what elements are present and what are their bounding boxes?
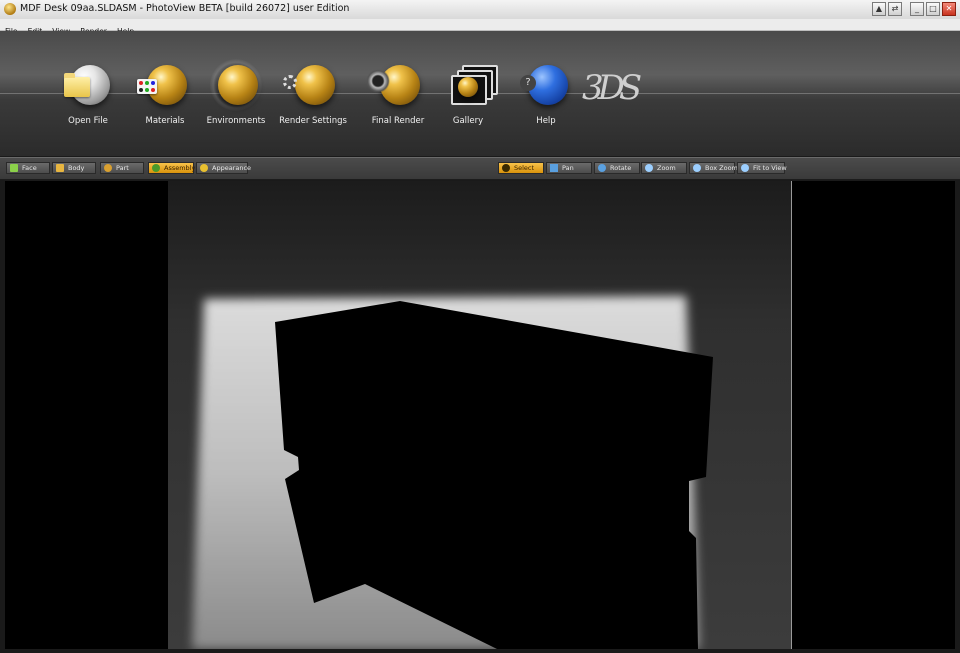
render-settings-button[interactable]: Render Settings [268,61,358,126]
help-button[interactable]: ? Help [501,61,591,126]
zoom-tool-icon [645,164,653,172]
gallery-button[interactable]: Gallery [423,61,513,126]
pan-tool-icon [550,164,558,172]
maximize-button[interactable]: □ [926,2,940,16]
filter-body-label: Body [68,164,85,172]
filter-face-button[interactable]: Face [6,162,50,174]
pan-tool-button[interactable]: Pan [546,162,592,174]
face-filter-icon [10,164,18,172]
window-title: MDF Desk 09aa.SLDASM - PhotoView BETA [b… [20,3,350,14]
menu-bar: File Edit View Render Help [0,19,960,36]
app-icon [4,3,16,15]
filter-body-button[interactable]: Body [52,162,96,174]
up-arrow-button[interactable]: ▲ [872,2,886,16]
fit-to-view-button[interactable]: Fit to View [737,162,787,174]
assembly-filter-icon [152,164,160,172]
rotate-tool-label: Rotate [610,164,632,172]
final-render-icon [366,61,422,109]
box-zoom-tool-button[interactable]: Box Zoom [689,162,738,174]
selection-toolbar: Face Body Part Assembly Appearance Selec… [0,157,960,180]
dassault-logo-icon: 3DS [582,68,642,108]
main-toolbar: Open File Materials Environments Render … [0,31,960,156]
window-controls: ▲ ⇄ _ □ ✕ [872,2,956,16]
zoom-tool-label: Zoom [657,164,676,172]
gallery-icon [444,61,498,109]
filter-appearance-label: Appearance [212,164,252,172]
rotate-tool-icon [598,164,606,172]
pan-tool-label: Pan [562,164,574,172]
materials-icon [137,61,189,109]
environments-icon [210,59,262,111]
part-filter-icon [104,164,112,172]
filter-part-button[interactable]: Part [100,162,144,174]
help-icon: ? [520,61,570,109]
filter-assembly-label: Assembly [164,164,196,172]
model-render [192,296,713,649]
box-zoom-tool-label: Box Zoom [705,164,738,172]
help-label: Help [536,116,556,126]
title-bar: MDF Desk 09aa.SLDASM - PhotoView BETA [b… [0,0,960,20]
filter-assembly-button[interactable]: Assembly [148,162,196,174]
render-settings-label: Render Settings [279,116,347,126]
filter-part-label: Part [116,164,129,172]
appearance-filter-icon [200,164,208,172]
open-file-icon [64,61,112,109]
close-button[interactable]: ✕ [942,2,956,16]
zoom-tool-button[interactable]: Zoom [641,162,687,174]
box-zoom-tool-icon [693,164,701,172]
fit-to-view-label: Fit to View [753,164,787,172]
scene-canvas[interactable] [168,181,791,649]
fit-to-view-icon [741,164,749,172]
select-tool-button[interactable]: Select [498,162,544,174]
gallery-label: Gallery [452,116,484,126]
filter-face-label: Face [22,164,37,172]
minimize-button[interactable]: _ [910,2,924,16]
render-settings-icon [283,61,337,109]
filter-appearance-button[interactable]: Appearance [196,162,252,174]
swap-button[interactable]: ⇄ [888,2,902,16]
select-tool-icon [502,164,510,172]
body-filter-icon [56,164,64,172]
rotate-tool-button[interactable]: Rotate [594,162,640,174]
viewport-divider [791,181,792,649]
select-tool-label: Select [514,164,535,172]
